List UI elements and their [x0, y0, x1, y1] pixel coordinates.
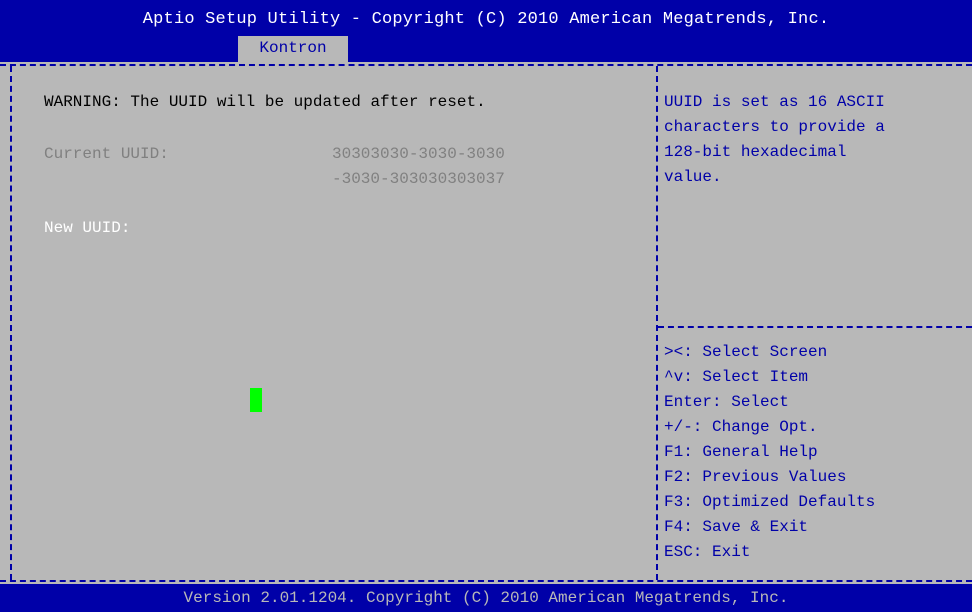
new-uuid-label[interactable]: New UUID: — [44, 216, 130, 241]
bios-screen: Aptio Setup Utility - Copyright (C) 2010… — [0, 0, 972, 612]
key-help-f3: F3: Optimized Defaults — [664, 493, 876, 511]
footer-bar: Version 2.01.1204. Copyright (C) 2010 Am… — [0, 584, 972, 612]
help-text-line: 128-bit hexadecimal — [664, 143, 847, 161]
top-border — [0, 64, 972, 66]
bottom-border — [0, 580, 972, 582]
key-help-esc: ESC: Exit — [664, 543, 751, 561]
uuid-warning: WARNING: The UUID will be updated after … — [44, 93, 486, 111]
version-text: Version 2.01.1204. Copyright (C) 2010 Am… — [183, 589, 789, 607]
text-cursor[interactable] — [250, 388, 262, 412]
tab-kontron[interactable]: Kontron — [238, 36, 348, 62]
help-divider — [658, 326, 972, 328]
current-uuid-value-line2: -3030-303030303037 — [332, 170, 505, 188]
help-text-line: value. — [664, 168, 722, 186]
current-uuid-label: Current UUID: — [44, 145, 169, 163]
key-help-change-opt: +/-: Change Opt. — [664, 418, 818, 436]
key-help-f1: F1: General Help — [664, 443, 818, 461]
key-help-f2: F2: Previous Values — [664, 468, 847, 486]
key-help-f4: F4: Save & Exit — [664, 518, 809, 536]
key-help-enter: Enter: Select — [664, 393, 789, 411]
help-text-line: UUID is set as 16 ASCII — [664, 93, 885, 111]
current-uuid-value-line1: 30303030-3030-3030 — [332, 145, 505, 163]
left-border — [10, 66, 12, 580]
help-text-line: characters to provide a — [664, 118, 885, 136]
key-help-select-item: ^v: Select Item — [664, 368, 809, 386]
header-title: Aptio Setup Utility - Copyright (C) 2010… — [142, 10, 830, 29]
main-panel: WARNING: The UUID will be updated after … — [0, 62, 972, 584]
panel-divider — [656, 66, 658, 580]
key-help-select-screen: ><: Select Screen — [664, 343, 828, 361]
header-bar: Aptio Setup Utility - Copyright (C) 2010… — [0, 0, 972, 62]
